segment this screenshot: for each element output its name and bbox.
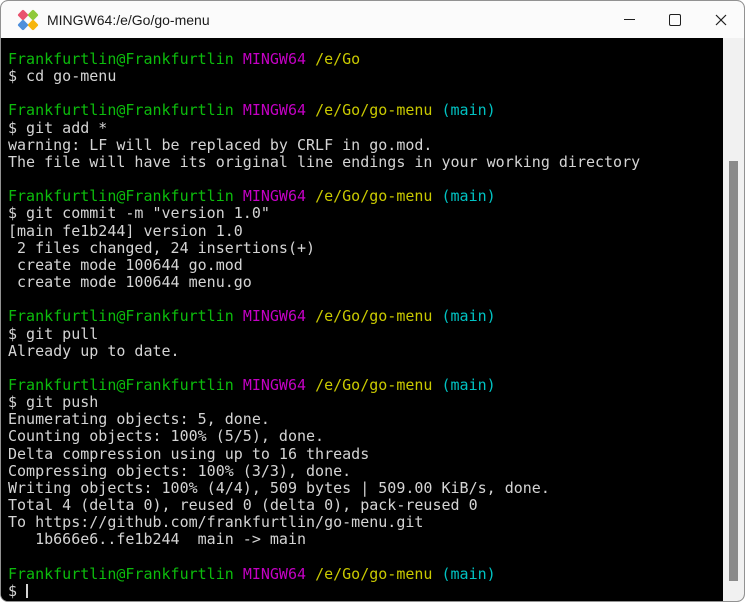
msys2-icon-green-diamond — [27, 8, 39, 21]
title-bar[interactable]: MINGW64:/e/Go/go-menu — [1, 1, 744, 38]
terminal-line: 1b666e6..fe1b244 main -> main — [8, 530, 307, 549]
terminal-line: Frankfurtlin@Frankfurtlin MINGW64 /e/Go/… — [8, 375, 496, 394]
terminal-line: create mode 100644 menu.go — [8, 273, 252, 292]
terminal-line: Enumerating objects: 5, done. — [8, 410, 270, 429]
maximize-icon — [669, 13, 681, 26]
terminal-line: The file will have its original line end… — [8, 152, 641, 171]
terminal-line: Delta compression using up to 16 threads — [8, 444, 370, 463]
terminal-line: To https://github.com/frankfurtlin/go-me… — [8, 513, 424, 532]
minimize-button[interactable] — [606, 1, 652, 38]
terminal-line: $ git pull — [8, 324, 99, 343]
terminal-line: 2 files changed, 24 insertions(+) — [8, 238, 316, 257]
terminal-window: MINGW64:/e/Go/go-menu Frankfurtlin@Frank… — [0, 0, 745, 602]
terminal-line: $ cd go-menu — [8, 67, 117, 86]
scrollbar-track[interactable] — [723, 38, 744, 601]
terminal-line: $ git commit -m "version 1.0" — [8, 204, 270, 223]
terminal-line: $ git push — [8, 393, 99, 412]
terminal-line: [main fe1b244] version 1.0 — [8, 221, 243, 240]
terminal-line: $ — [8, 581, 29, 600]
terminal-line: Frankfurtlin@Frankfurtlin MINGW64 /e/Go/… — [8, 101, 496, 120]
terminal-line: Frankfurtlin@Frankfurtlin MINGW64 /e/Go/… — [8, 564, 496, 583]
terminal-line: Writing objects: 100% (4/4), 509 bytes |… — [8, 478, 550, 497]
window-controls — [606, 1, 744, 38]
terminal-line: Already up to date. — [8, 341, 180, 360]
terminal-line: $ git add * — [8, 118, 108, 137]
terminal-screen[interactable]: Frankfurtlin@Frankfurtlin MINGW64 /e/Go $… — [1, 38, 723, 601]
terminal-line: Counting objects: 100% (5/5), done. — [8, 427, 325, 446]
msys2-icon[interactable] — [17, 8, 39, 31]
terminal-line: Frankfurtlin@Frankfurtlin MINGW64 /e/Go/… — [8, 307, 496, 326]
close-icon — [715, 14, 727, 25]
terminal-line: Frankfurtlin@Frankfurtlin MINGW64 /e/Go — [8, 50, 361, 68]
msys2-icon-yellow-diamond — [27, 18, 39, 31]
minimize-icon — [623, 19, 635, 20]
scrollbar-thumb[interactable] — [729, 161, 738, 581]
terminal-line: Frankfurtlin@Frankfurtlin MINGW64 /e/Go/… — [8, 187, 496, 206]
terminal-line: Compressing objects: 100% (3/3), done. — [8, 461, 352, 480]
terminal-line: create mode 100644 go.mod — [8, 255, 243, 274]
window-title: MINGW64:/e/Go/go-menu — [47, 11, 210, 28]
terminal-line: warning: LF will be replaced by CRLF in … — [8, 135, 433, 154]
close-button[interactable] — [698, 1, 744, 38]
maximize-button[interactable] — [652, 1, 698, 38]
text-cursor — [26, 583, 29, 598]
terminal-line: Total 4 (delta 0), reused 0 (delta 0), p… — [8, 496, 478, 515]
